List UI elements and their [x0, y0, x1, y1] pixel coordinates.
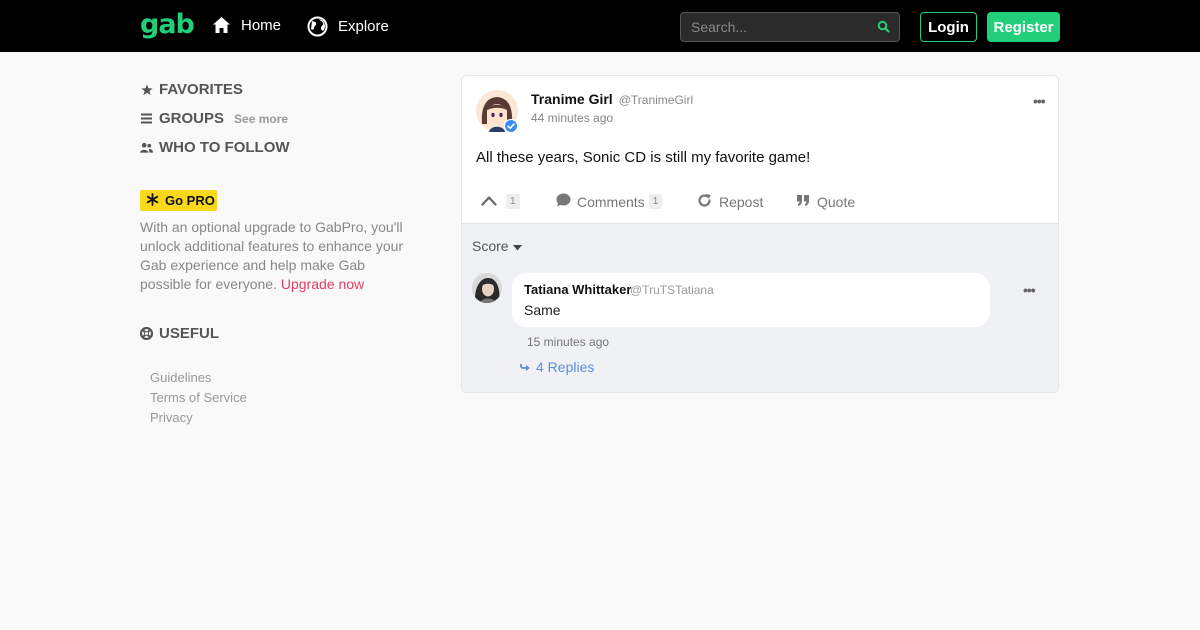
search-icon[interactable]	[877, 20, 890, 38]
comment-more-options-icon[interactable]: •••	[1023, 282, 1036, 298]
comments-button[interactable]: Comments 1	[556, 193, 663, 210]
post-author-name[interactable]: Tranime Girl	[531, 91, 613, 107]
star-icon	[140, 84, 153, 96]
comments-section: Score Tatiana Whittaker @TruTSTatiana Sa…	[462, 223, 1058, 392]
asterisk-icon	[146, 192, 159, 209]
guidelines-link[interactable]: Guidelines	[150, 370, 211, 385]
chevron-up-icon	[481, 193, 497, 209]
top-navigation-bar: gab Home Explore Login Register	[0, 0, 1200, 52]
upgrade-now-link[interactable]: Upgrade now	[281, 276, 364, 292]
users-icon	[140, 142, 153, 154]
quote-icon	[796, 193, 810, 210]
comment-sort-dropdown[interactable]: Score	[472, 238, 522, 254]
comment-sort-label: Score	[472, 238, 509, 254]
gopro-description: With an optional upgrade to GabPro, you'…	[140, 218, 410, 294]
repost-button[interactable]: Repost	[697, 193, 763, 211]
globe-icon	[307, 16, 328, 37]
like-count: 1	[506, 193, 520, 209]
post-author-avatar[interactable]	[476, 90, 518, 133]
view-replies-label: 4 Replies	[536, 359, 595, 375]
go-pro-label: Go PRO	[165, 193, 215, 208]
terms-of-service-link[interactable]: Terms of Service	[150, 390, 247, 405]
verified-badge-icon	[504, 119, 518, 138]
reply-arrow-icon	[520, 359, 531, 375]
search-box	[680, 12, 900, 42]
sidebar-item-groups[interactable]: GROUPS See more	[140, 110, 288, 127]
caret-down-icon	[512, 238, 522, 254]
sidebar-item-favorites[interactable]: FAVORITES	[140, 81, 243, 98]
comment-text: Same	[524, 302, 561, 318]
post-timestamp[interactable]: 44 minutes ago	[531, 111, 613, 125]
comment-bubble-icon	[556, 193, 571, 210]
gab-logo[interactable]: gab	[140, 9, 195, 40]
quote-button[interactable]: Quote	[796, 193, 855, 210]
comment-author-avatar[interactable]	[472, 273, 502, 303]
post-body-text: All these years, Sonic CD is still my fa…	[476, 149, 811, 166]
post-author: Tranime Girl @TranimeGirl	[531, 91, 693, 107]
home-icon	[212, 16, 231, 34]
search-input[interactable]	[681, 13, 871, 41]
view-replies-link[interactable]: 4 Replies	[520, 359, 594, 375]
quote-label: Quote	[817, 193, 856, 210]
lifebuoy-icon	[140, 327, 153, 340]
register-button[interactable]: Register	[987, 12, 1060, 42]
comment-timestamp[interactable]: 15 minutes ago	[527, 335, 609, 349]
go-pro-badge[interactable]: Go PRO	[140, 190, 217, 211]
privacy-link[interactable]: Privacy	[150, 410, 193, 425]
sidebar-item-favorites-label: FAVORITES	[159, 81, 243, 98]
login-button[interactable]: Login	[920, 12, 977, 42]
list-icon	[140, 113, 153, 124]
sidebar-item-who-to-follow-label: WHO TO FOLLOW	[159, 139, 290, 156]
post-card: Tranime Girl @TranimeGirl 44 minutes ago…	[461, 75, 1059, 393]
nav-home[interactable]: Home	[212, 16, 281, 34]
repost-icon	[697, 193, 712, 211]
repost-label: Repost	[719, 194, 764, 210]
nav-explore-label: Explore	[338, 18, 389, 35]
sidebar-item-groups-label: GROUPS	[159, 110, 225, 127]
sidebar-item-useful: USEFUL	[140, 325, 219, 342]
comment-author-name[interactable]: Tatiana Whittaker	[524, 282, 631, 297]
nav-explore[interactable]: Explore	[307, 16, 389, 37]
comment-author-handle[interactable]: @TruTSTatiana	[630, 283, 714, 297]
sidebar-item-useful-label: USEFUL	[159, 325, 219, 342]
post-author-handle[interactable]: @TranimeGirl	[619, 93, 693, 107]
see-more-link[interactable]: See more	[234, 112, 288, 126]
like-button[interactable]: 1	[481, 193, 520, 209]
comments-count: 1	[648, 194, 663, 209]
sidebar-item-who-to-follow[interactable]: WHO TO FOLLOW	[140, 139, 290, 156]
comment-bubble: Tatiana Whittaker @TruTSTatiana Same	[512, 273, 990, 327]
post-more-options-icon[interactable]: •••	[1033, 93, 1046, 109]
nav-home-label: Home	[241, 16, 282, 34]
comments-label: Comments	[577, 193, 645, 210]
